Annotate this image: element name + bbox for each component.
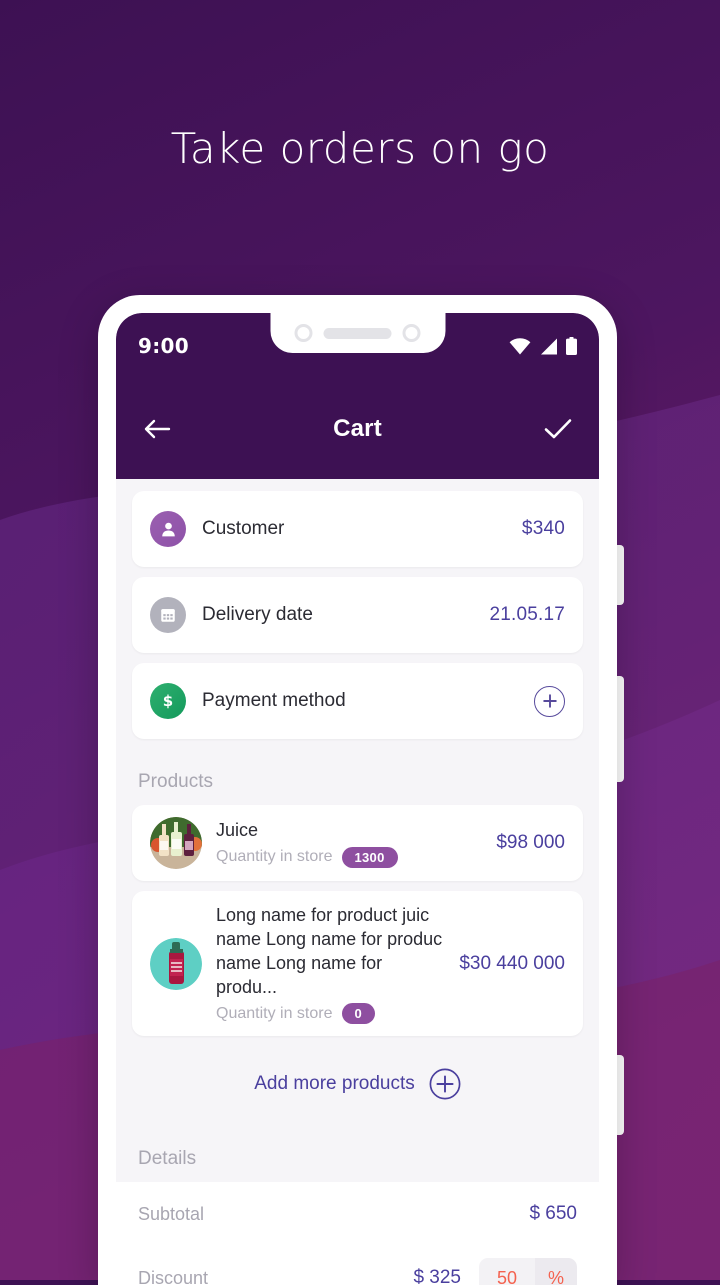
details-section-title: Details [138,1148,197,1170]
add-more-products-label: Add more products [254,1073,415,1095]
row-delivery-date[interactable]: Delivery date 21.05.17 [132,577,583,653]
add-more-products-button[interactable]: Add more products [116,1046,599,1126]
confirm-button[interactable] [541,412,575,446]
add-payment-method-button[interactable] [534,685,565,717]
product-row-juice[interactable]: Juice Quantity in store 1300 $98 000 [132,805,583,881]
product-row-long-name[interactable]: Long name for product juic name Long nam… [132,891,583,1037]
product-info: Long name for product juic name Long nam… [216,903,447,1025]
check-icon [544,419,572,439]
calendar-icon [150,597,186,633]
product-quantity: Quantity in store 0 [216,1003,447,1025]
discount-amount-input[interactable]: 50 [479,1258,535,1285]
screen-title: Cart [333,415,382,442]
camera-icon [294,324,313,342]
product-quantity-badge: 0 [341,1003,376,1025]
phone-mockup: 9:00 Cart Customer $340 Delivery date 21… [98,295,617,1285]
product-thumbnail [150,937,202,990]
products-section-title: Products [138,771,213,792]
row-customer-value: $340 [521,518,565,539]
product-price: $30 440 000 [459,952,565,974]
app-bar: 9:00 Cart [116,313,599,479]
discount-unit-toggle[interactable]: % [535,1258,577,1285]
plus-icon [542,694,557,708]
row-delivery-date-label: Delivery date [202,604,313,625]
speaker-grille-icon [323,327,392,339]
product-quantity-label: Quantity in store [216,848,333,866]
detail-subtotal-label: Subtotal [138,1203,205,1224]
detail-row-subtotal: Subtotal $ 650 [116,1182,599,1246]
product-thumbnail [150,817,202,869]
product-quantity-label: Quantity in store [216,1004,333,1022]
sensor-icon [402,324,421,342]
phone-side-button-power [617,1055,624,1135]
detail-subtotal-value: $ 650 [529,1203,577,1225]
product-quantity-badge: 1300 [341,846,398,868]
detail-discount-value: $ 325 [413,1267,461,1285]
detail-discount-label: Discount [138,1267,209,1285]
row-customer-label: Customer [202,518,285,539]
screen-content: Customer $340 Delivery date 21.05.17 $ P… [116,491,599,1285]
product-price: $98 000 [496,832,565,853]
person-icon [150,511,186,547]
status-bar-icons [509,337,577,355]
phone-screen: 9:00 Cart Customer $340 Delivery date 21… [116,313,599,1285]
signal-icon [541,338,557,354]
back-button[interactable] [140,412,174,446]
battery-icon [566,337,577,355]
row-customer[interactable]: Customer $340 [132,491,583,567]
wifi-icon [509,337,531,354]
svg-text:$: $ [163,692,173,710]
plus-circle-icon [429,1068,461,1100]
phone-notch [270,313,445,353]
details-list: Subtotal $ 650 Discount $ 325 50 % Total… [116,1182,599,1285]
detail-row-discount: Discount $ 325 50 % [116,1246,599,1285]
arrow-left-icon [144,419,171,439]
discount-input-group[interactable]: 50 % [479,1258,577,1285]
dollar-icon: $ [150,683,186,719]
product-info: Juice Quantity in store 1300 [216,818,484,868]
page-title: Take orders on go [170,124,550,173]
row-payment-method-label: Payment method [202,690,346,711]
product-quantity: Quantity in store 1300 [216,846,484,868]
product-name: Juice [216,820,259,841]
product-name: Long name for product juic name Long nam… [216,905,443,998]
row-delivery-date-value: 21.05.17 [489,604,565,625]
phone-side-button-volume-up [617,545,624,605]
app-bar-title-row: Cart [116,379,599,479]
phone-side-button-volume-down [617,676,624,782]
row-payment-method[interactable]: $ Payment method [132,663,583,739]
status-bar-clock: 9:00 [138,334,189,358]
